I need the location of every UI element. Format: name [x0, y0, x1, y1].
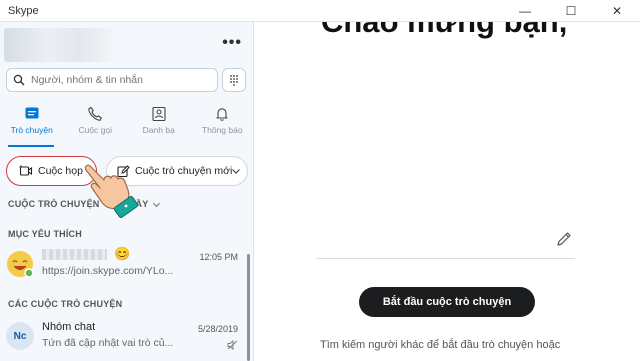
profile-avatar-name[interactable]	[4, 28, 112, 62]
edit-pencil-icon[interactable]	[556, 231, 572, 247]
main-pane: Chào mừng bạn, Bắt đầu cuộc trò chuyện T…	[255, 22, 640, 361]
tab-calls[interactable]: Cuộc gọi	[64, 102, 128, 148]
pointing-hand-icon	[84, 164, 139, 218]
chat-list-item[interactable]: Nc Nhóm chat Tứn đã cập nhật vai trò củ.…	[0, 316, 250, 356]
muted-icon	[227, 340, 238, 350]
tab-contacts[interactable]: Danh bạ	[127, 102, 191, 148]
chat-name: Nhóm chat	[42, 321, 96, 333]
tab-notifications[interactable]: Thông báo	[191, 102, 254, 148]
new-chat-label: Cuộc trò chuyện mới	[135, 165, 233, 177]
active-tab-indicator	[8, 145, 54, 147]
group-avatar: Nc	[6, 322, 34, 350]
search-box[interactable]	[6, 68, 218, 92]
chevron-down-icon	[153, 202, 161, 207]
smile-emoji-icon: 😊	[114, 246, 131, 261]
dialpad-icon	[230, 75, 238, 86]
tab-chats[interactable]: Trò chuyện	[0, 102, 64, 148]
search-icon	[13, 74, 25, 86]
message-date: 12:05 PM	[199, 252, 238, 262]
bell-icon	[216, 108, 228, 121]
search-input[interactable]	[31, 74, 211, 86]
dialpad-button[interactable]	[222, 68, 246, 92]
favorites-header: MỤC YÊU THÍCH	[8, 229, 82, 239]
close-button[interactable]: ✕	[594, 0, 640, 22]
minimize-button[interactable]: —	[502, 0, 548, 22]
profile-row: •••	[0, 22, 253, 66]
welcome-heading: Chào mừng bạn,	[321, 22, 567, 40]
phone-icon	[88, 106, 103, 121]
title-bar: Skype — ☐ ✕	[0, 0, 640, 22]
tab-label: Trò chuyện	[10, 125, 53, 135]
tab-label: Danh bạ	[142, 125, 175, 135]
blurred-contact-name	[42, 249, 107, 260]
meet-now-label: Cuộc họp	[38, 165, 83, 177]
chevron-down-icon[interactable]	[231, 166, 241, 176]
message-date: 5/28/2019	[197, 324, 238, 334]
window-title: Skype	[8, 4, 39, 17]
nav-tabs: Trò chuyện Cuộc gọi Danh bạ Thông báo	[0, 102, 254, 148]
start-conversation-button[interactable]: Bắt đầu cuộc trò chuyện	[359, 287, 535, 317]
sidebar-scrollbar[interactable]	[247, 254, 250, 361]
tab-label: Cuộc gọi	[78, 125, 113, 135]
contacts-icon	[152, 106, 166, 122]
message-snippet: https://join.skype.com/YLo...	[42, 265, 174, 277]
avatar	[7, 251, 34, 278]
video-meet-icon	[19, 165, 33, 176]
hint-text: Tìm kiếm người khác để bắt đầu trò chuyệ…	[320, 339, 561, 351]
maximize-button[interactable]: ☐	[548, 0, 594, 22]
chat-icon	[25, 107, 39, 119]
chats-header: CÁC CUỘC TRÒ CHUYỆN	[8, 299, 123, 309]
tab-label: Thông báo	[201, 125, 243, 135]
more-options-button[interactable]: •••	[222, 34, 242, 52]
message-snippet: Tứn đã cập nhật vai trò củ...	[42, 337, 174, 349]
status-input-line[interactable]	[316, 258, 575, 259]
favorite-chat-item[interactable]: 😊 https://join.skype.com/YLo... 12:05 PM	[0, 244, 250, 284]
